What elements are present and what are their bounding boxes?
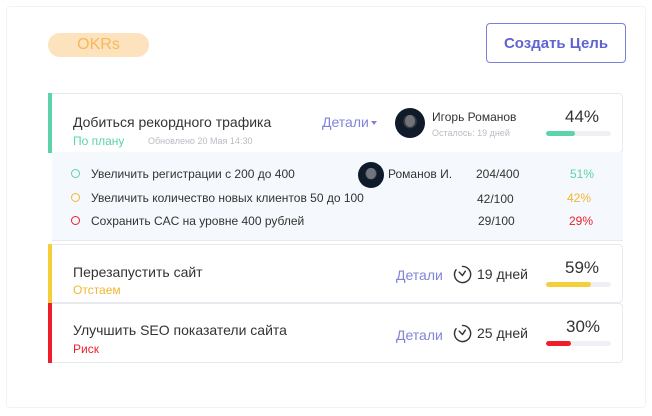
key-result-value: 42/100 (477, 192, 514, 206)
progress-bar (546, 131, 611, 136)
goal-card[interactable]: Перезапустить сайт Отстаем Детали 19 дне… (48, 244, 623, 303)
owner-name: Игорь Романов (432, 110, 517, 124)
key-results-list: Увеличить регистрации с 200 до 400 Роман… (52, 152, 623, 241)
goal-title: Добиться рекордного трафика (73, 114, 272, 130)
goal-status: По плану (73, 134, 125, 148)
status-circle-icon (71, 216, 80, 225)
status-circle-icon (71, 169, 80, 178)
create-goal-button[interactable]: Создать Цель (486, 23, 626, 63)
goal-title: Перезапустить сайт (73, 264, 203, 280)
progress-fill (546, 282, 591, 287)
okrs-badge: OKRs (48, 33, 149, 57)
goal-status-bar (48, 93, 52, 153)
goal-card[interactable]: Улучшить SEO показатели сайта Риск Детал… (48, 303, 623, 363)
goal-status: Отстаем (73, 283, 121, 297)
details-link[interactable]: Детали (396, 327, 443, 343)
goal-updated: Обновлено 20 Мая 14:30 (148, 136, 253, 146)
status-circle-icon (71, 193, 80, 202)
days-remaining: 25 дней (477, 325, 528, 341)
goal-status: Риск (73, 342, 99, 356)
details-dropdown[interactable]: Детали (322, 114, 377, 130)
key-result-title: Сохранить CAC на уровне 400 рублей (91, 214, 305, 228)
time-remaining: Осталось: 19 дней (432, 128, 510, 138)
details-link[interactable]: Детали (396, 267, 443, 283)
clock-icon (453, 265, 472, 284)
goal-title: Улучшить SEO показатели сайта (73, 322, 287, 338)
progress-bar (546, 282, 611, 287)
key-result-title: Увеличить регистрации с 200 до 400 (91, 167, 295, 181)
goal-percent: 59% (565, 258, 600, 277)
key-result-percent: 29% (569, 214, 594, 228)
goal-card[interactable]: Добиться рекордного трафика По плану Обн… (48, 93, 623, 153)
clock-icon (453, 324, 472, 343)
goal-percent: 30% (566, 317, 601, 336)
key-result-owner: Романов И. (388, 167, 453, 181)
avatar (395, 108, 425, 138)
goal-status-bar (48, 303, 52, 363)
goal-status-bar (48, 244, 52, 303)
key-result-percent: 42% (567, 191, 592, 205)
chevron-down-icon (370, 121, 377, 126)
key-result-percent: 51% (570, 167, 595, 181)
key-result-value: 29/100 (478, 214, 515, 228)
key-result-value: 204/400 (476, 167, 520, 181)
goal-percent: 44% (565, 107, 600, 126)
avatar (358, 162, 384, 188)
details-label: Детали (322, 114, 369, 130)
progress-bar (546, 341, 611, 346)
days-remaining: 19 дней (477, 266, 528, 282)
key-result-title: Увеличить количество новых клиентов 50 д… (91, 191, 364, 205)
progress-fill (546, 341, 571, 346)
progress-fill (546, 131, 575, 136)
